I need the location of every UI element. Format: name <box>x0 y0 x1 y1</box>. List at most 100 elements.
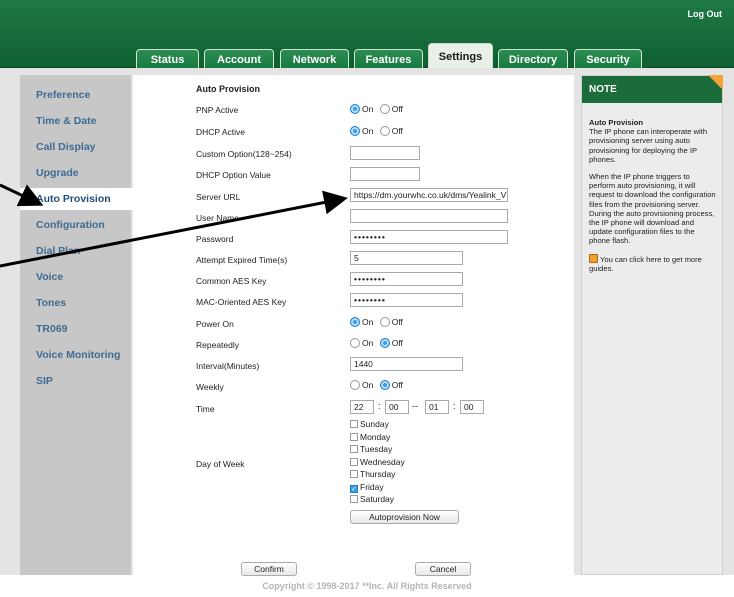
off-label: Off <box>391 317 403 327</box>
note-guide-link[interactable]: You can click here to get more guides. <box>589 253 717 273</box>
copyright-footer: Copyright © 1998-2017 **Inc. All Rights … <box>262 581 472 591</box>
guide-text[interactable]: You can click here to get more guides. <box>589 255 702 273</box>
logout-link[interactable]: Log Out <box>688 9 723 19</box>
cancel-button[interactable]: Cancel <box>415 562 471 576</box>
power-on-off-radio[interactable] <box>379 317 390 327</box>
top-header: Log Out Status Account Network Features … <box>0 0 734 71</box>
end-hour-input[interactable]: 01 <box>425 400 449 414</box>
day-of-week-label: Day of Week <box>196 459 245 469</box>
guide-book-icon <box>589 253 598 263</box>
note-panel: NOTE Auto Provision The IP phone can int… <box>581 75 723 575</box>
monday-checkbox[interactable] <box>350 432 358 441</box>
server-url-input[interactable]: https://dm.yourwhc.co.uk/dms/Yealink_V <box>350 188 508 202</box>
settings-form: Auto Provision PNP Active On Off DHCP Ac… <box>133 75 574 576</box>
day-friday[interactable]: ✓ Friday <box>350 481 405 494</box>
sidebar-item-configuration[interactable]: Configuration <box>20 214 131 236</box>
password-label: Password <box>196 234 234 244</box>
end-minute-input[interactable]: 00 <box>460 400 484 414</box>
sidebar-item-time-date[interactable]: Time & Date <box>20 110 131 132</box>
tab-settings[interactable]: Settings <box>428 43 493 71</box>
power-on-on-radio[interactable] <box>350 317 360 327</box>
time-dash: -- <box>412 401 418 411</box>
on-label: On <box>362 317 374 327</box>
day-saturday[interactable]: Saturday <box>350 493 405 506</box>
common-aes-label: Common AES Key <box>196 276 267 286</box>
dhcp-off-radio[interactable] <box>379 126 390 136</box>
custom-option-input[interactable] <box>350 146 420 160</box>
power-on-radio: On Off <box>350 317 403 327</box>
day-thursday[interactable]: Thursday <box>350 468 405 481</box>
on-label: On <box>362 126 374 136</box>
tuesday-checkbox[interactable] <box>350 445 358 453</box>
note-body: Auto Provision The IP phone can interope… <box>589 118 717 281</box>
day-label: Thursday <box>360 469 396 479</box>
attempt-expired-input[interactable]: 5 <box>350 251 463 265</box>
sidebar-item-dial-plan[interactable]: Dial Plan <box>20 240 131 262</box>
sidebar-item-voice-monitoring[interactable]: Voice Monitoring <box>20 344 131 366</box>
day-label: Sunday <box>360 419 389 429</box>
note-corner-icon <box>708 75 723 90</box>
pnp-on-radio[interactable] <box>350 104 360 114</box>
section-title: Auto Provision <box>196 84 261 94</box>
dhcp-active-radio: On Off <box>350 126 403 136</box>
password-input[interactable]: •••••••• <box>350 230 508 244</box>
day-tuesday[interactable]: Tuesday <box>350 443 405 456</box>
weekly-label: Weekly <box>196 382 224 392</box>
weekly-radio: On Off <box>350 380 403 390</box>
attempt-expired-label: Attempt Expired Time(s) <box>196 255 288 265</box>
start-hour-input[interactable]: 22 <box>350 400 374 414</box>
day-of-week-list: Sunday Monday Tuesday Wednesday Thursday… <box>350 418 405 506</box>
dhcp-on-radio[interactable] <box>350 126 360 136</box>
sidebar-item-tones[interactable]: Tones <box>20 292 131 314</box>
day-label: Tuesday <box>360 444 393 454</box>
off-label: Off <box>391 126 403 136</box>
note-paragraph-2: When the IP phone triggers to perform au… <box>589 172 716 246</box>
note-header: NOTE <box>582 76 722 103</box>
user-name-label: User Name <box>196 213 239 223</box>
mac-aes-input[interactable]: •••••••• <box>350 293 463 307</box>
autoprovision-now-button[interactable]: Autoprovision Now <box>350 510 459 524</box>
friday-checkbox[interactable]: ✓ <box>350 484 358 493</box>
off-label: Off <box>391 338 403 348</box>
common-aes-input[interactable]: •••••••• <box>350 272 463 286</box>
repeatedly-label: Repeatedly <box>196 340 240 350</box>
sidebar-item-preference[interactable]: Preference <box>20 84 131 106</box>
day-sunday[interactable]: Sunday <box>350 418 405 431</box>
repeatedly-off-radio[interactable] <box>379 338 390 348</box>
dhcp-active-label: DHCP Active <box>196 127 245 137</box>
sidebar-item-upgrade[interactable]: Upgrade <box>20 162 131 184</box>
saturday-checkbox[interactable] <box>350 495 358 503</box>
day-label: Friday <box>360 481 384 492</box>
power-on-label: Power On <box>196 319 234 329</box>
sidebar-item-call-display[interactable]: Call Display <box>20 136 131 158</box>
custom-option-label: Custom Option(128~254) <box>196 149 292 159</box>
dhcp-option-value-label: DHCP Option Value <box>196 170 271 180</box>
day-monday[interactable]: Monday <box>350 431 405 444</box>
sidebar-item-voice[interactable]: Voice <box>20 266 131 288</box>
dhcp-option-value-input[interactable] <box>350 167 420 181</box>
pnp-active-label: PNP Active <box>196 105 239 115</box>
time-range: 22 : 00 -- 01 : 00 <box>350 400 484 415</box>
weekly-on-radio[interactable] <box>350 380 360 390</box>
server-url-label: Server URL <box>196 192 241 202</box>
time-colon: : <box>378 401 381 411</box>
day-wednesday[interactable]: Wednesday <box>350 456 405 469</box>
start-minute-input[interactable]: 00 <box>385 400 409 414</box>
user-name-input[interactable] <box>350 209 508 223</box>
wednesday-checkbox[interactable] <box>350 457 358 466</box>
sidebar-item-sip[interactable]: SIP <box>20 370 131 392</box>
sidebar-item-tr069[interactable]: TR069 <box>20 318 131 340</box>
thursday-checkbox[interactable] <box>350 470 358 478</box>
sidebar: Preference Time & Date Call Display Upgr… <box>20 75 136 575</box>
pnp-active-radio: On Off <box>350 104 403 114</box>
interval-input[interactable]: 1440 <box>350 357 463 371</box>
sunday-checkbox[interactable] <box>350 420 358 428</box>
pnp-off-radio[interactable] <box>379 104 390 114</box>
confirm-button[interactable]: Confirm <box>241 562 297 576</box>
repeatedly-on-radio[interactable] <box>350 338 360 348</box>
time-colon: : <box>453 401 456 411</box>
off-label: Off <box>391 104 403 114</box>
weekly-off-radio[interactable] <box>379 380 390 390</box>
repeatedly-radio: On Off <box>350 338 403 348</box>
sidebar-item-auto-provision[interactable]: Auto Provision <box>20 188 136 210</box>
